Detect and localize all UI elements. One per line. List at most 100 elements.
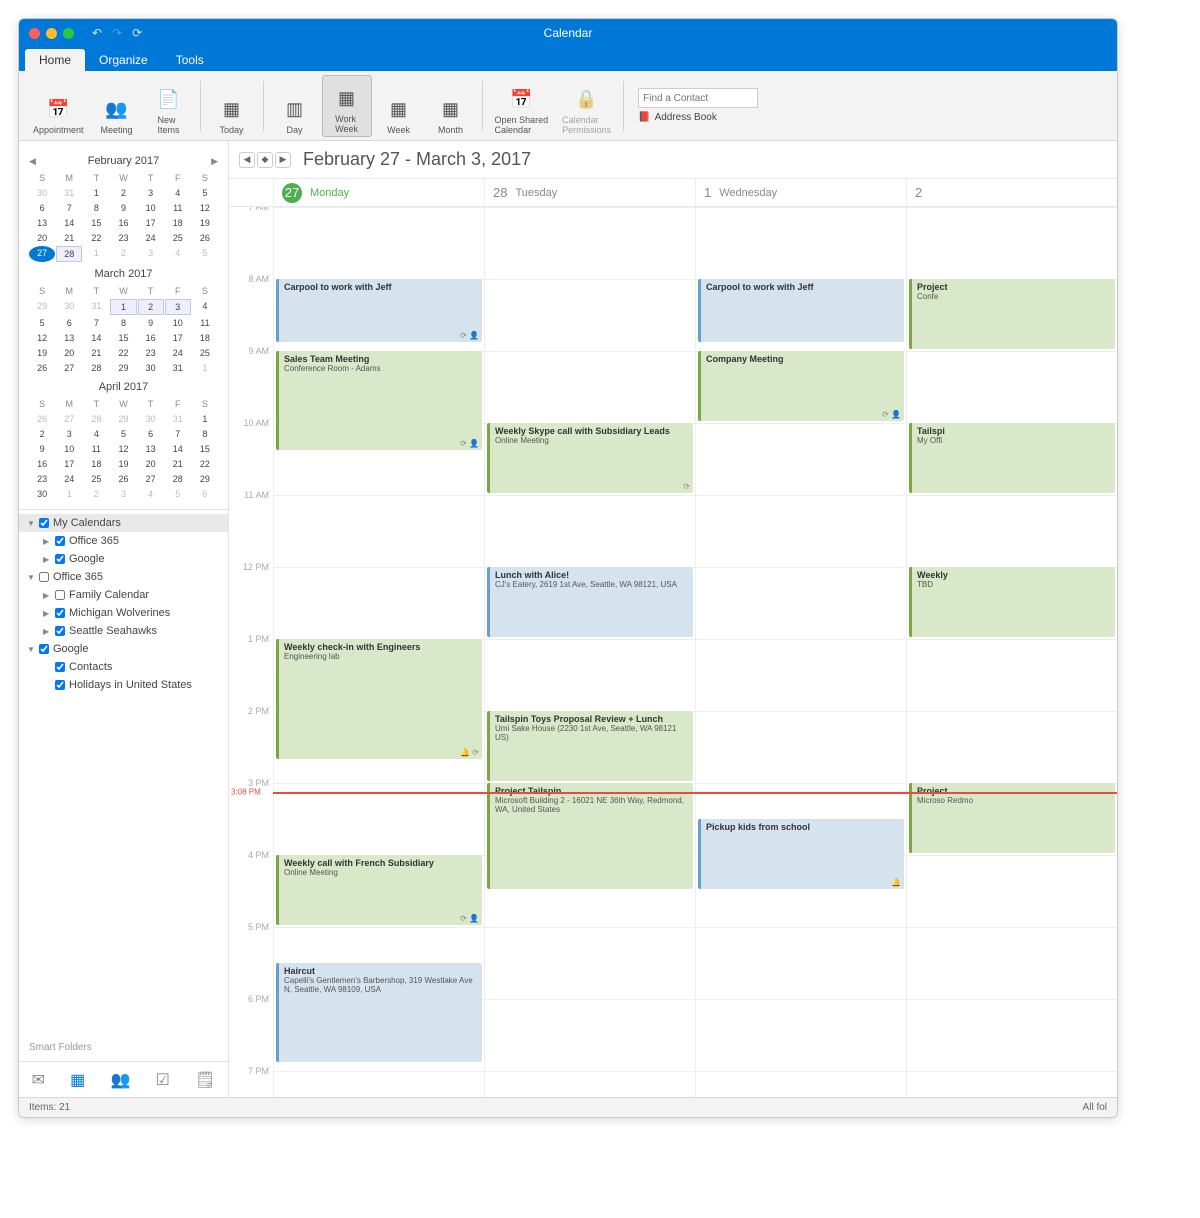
minical-day[interactable]: 29 (192, 472, 218, 486)
minical-day[interactable]: 28 (83, 361, 109, 375)
day-header[interactable]: 2 (906, 179, 1117, 206)
month-view-button[interactable]: ▦Month (426, 75, 476, 137)
minical-day[interactable]: 17 (165, 331, 191, 345)
mail-nav-icon[interactable]: ✉ (32, 1070, 45, 1090)
calendar-event[interactable]: Carpool to work with Jeff (698, 279, 904, 342)
minical-day[interactable]: 4 (165, 246, 191, 262)
calendar-checkbox[interactable] (55, 662, 65, 672)
minical-day[interactable]: 10 (165, 316, 191, 330)
redo-icon[interactable]: ↷ (112, 26, 122, 40)
calendar-nav-icon[interactable]: ▦ (70, 1070, 85, 1090)
minical-day[interactable]: 18 (83, 457, 109, 471)
minical-day[interactable]: 23 (138, 346, 164, 360)
minical-day[interactable]: 9 (110, 201, 136, 215)
day-column[interactable]: Carpool to work with Jeff⟳ 👤Sales Team M… (273, 207, 484, 1097)
minical-day[interactable]: 28 (83, 412, 109, 426)
calendar-item[interactable]: ▶ Family Calendar (19, 586, 228, 604)
calendar-checkbox[interactable] (55, 554, 65, 564)
minical-day[interactable]: 30 (56, 299, 82, 315)
minical-day[interactable]: 4 (83, 427, 109, 441)
calendar-checkbox[interactable] (55, 536, 65, 546)
minical-day[interactable]: 26 (29, 412, 55, 426)
minical-day[interactable]: 24 (56, 472, 82, 486)
minical-day[interactable]: 10 (138, 201, 164, 215)
minical-day[interactable]: 30 (138, 361, 164, 375)
minical-day[interactable]: 18 (165, 216, 191, 230)
minical-day[interactable]: 2 (110, 246, 136, 262)
minical-day[interactable]: 28 (165, 472, 191, 486)
minical-day[interactable]: 14 (56, 216, 82, 230)
minical-day[interactable]: 14 (83, 331, 109, 345)
calendar-event[interactable]: Weekly check-in with EngineersEngineerin… (276, 639, 482, 759)
minical-day[interactable]: 22 (192, 457, 218, 471)
minical-day[interactable]: 12 (29, 331, 55, 345)
calendar-event[interactable]: WeeklyTBD (909, 567, 1115, 637)
zoom-window-icon[interactable] (63, 28, 74, 39)
calendar-event[interactable]: Lunch with Alice!CJ's Eatery, 2619 1st A… (487, 567, 693, 637)
tab-tools[interactable]: Tools (162, 49, 218, 71)
new-items-button[interactable]: 📄New Items (144, 75, 194, 137)
minical-day[interactable]: 7 (83, 316, 109, 330)
calendar-checkbox[interactable] (55, 626, 65, 636)
minical-day[interactable]: 30 (138, 412, 164, 426)
minical-day[interactable]: 13 (29, 216, 55, 230)
day-header[interactable]: 28Tuesday (484, 179, 695, 206)
calendar-checkbox[interactable] (39, 518, 49, 528)
minical-day[interactable]: 17 (138, 216, 164, 230)
minical-day[interactable]: 12 (110, 442, 136, 456)
calendar-item[interactable]: ▶ Google (19, 550, 228, 568)
minimize-window-icon[interactable] (46, 28, 57, 39)
minical-day[interactable]: 2 (138, 299, 164, 315)
calendar-checkbox[interactable] (39, 644, 49, 654)
minical-day[interactable]: 8 (83, 201, 109, 215)
calendar-checkbox[interactable] (55, 590, 65, 600)
tasks-nav-icon[interactable]: ☑ (156, 1070, 170, 1090)
minical-day[interactable]: 8 (192, 427, 218, 441)
calendar-group[interactable]: ▼ Google (19, 640, 228, 658)
minical-day[interactable]: 20 (56, 346, 82, 360)
week-view-button[interactable]: ▦Week (374, 75, 424, 137)
minical-day[interactable]: 10 (56, 442, 82, 456)
minical-day[interactable]: 30 (29, 186, 55, 200)
today-button[interactable]: ▦Today (207, 75, 257, 137)
minical-day[interactable]: 29 (110, 412, 136, 426)
minical-day[interactable]: 19 (192, 216, 218, 230)
minical-day[interactable]: 25 (83, 472, 109, 486)
calendar-checkbox[interactable] (55, 608, 65, 618)
open-shared-calendar-button[interactable]: 📅Open Shared Calendar (489, 75, 555, 137)
minical-day[interactable]: 31 (165, 412, 191, 426)
calendar-event[interactable]: Weekly Skype call with Subsidiary LeadsO… (487, 423, 693, 493)
minical-day[interactable]: 20 (29, 231, 55, 245)
minical-day[interactable]: 26 (29, 361, 55, 375)
calendar-checkbox[interactable] (39, 572, 49, 582)
calendar-item[interactable]: Holidays in United States (19, 676, 228, 694)
minical-day[interactable]: 4 (138, 487, 164, 501)
minical-day[interactable]: 23 (29, 472, 55, 486)
minical-day[interactable]: 15 (83, 216, 109, 230)
minical-day[interactable]: 21 (83, 346, 109, 360)
minical-day[interactable]: 8 (110, 316, 136, 330)
minical-day[interactable]: 3 (56, 427, 82, 441)
minical-day[interactable]: 11 (192, 316, 218, 330)
sync-icon[interactable]: ⟳ (132, 26, 142, 40)
minical-day[interactable]: 1 (83, 246, 109, 262)
minical-day[interactable]: 1 (56, 487, 82, 501)
minical-day[interactable]: 5 (192, 246, 218, 262)
minical-day[interactable]: 14 (165, 442, 191, 456)
minical-day[interactable]: 3 (138, 246, 164, 262)
minical-day[interactable]: 13 (56, 331, 82, 345)
calendar-event[interactable]: Carpool to work with Jeff⟳ 👤 (276, 279, 482, 342)
minical-day[interactable]: 30 (29, 487, 55, 501)
today-nav-button[interactable]: ◆ (257, 152, 273, 168)
work-week-view-button[interactable]: ▦Work Week (322, 75, 372, 137)
minical-day[interactable]: 1 (192, 361, 218, 375)
calendar-group[interactable]: ▼ My Calendars (19, 514, 228, 532)
minical-day[interactable]: 27 (29, 246, 55, 262)
minical-day[interactable]: 31 (83, 299, 109, 315)
minical-day[interactable]: 26 (192, 231, 218, 245)
minical-day[interactable]: 2 (29, 427, 55, 441)
calendar-group[interactable]: ▼ Office 365 (19, 568, 228, 586)
minical-day[interactable]: 13 (138, 442, 164, 456)
minical-day[interactable]: 22 (110, 346, 136, 360)
minical-day[interactable]: 11 (165, 201, 191, 215)
